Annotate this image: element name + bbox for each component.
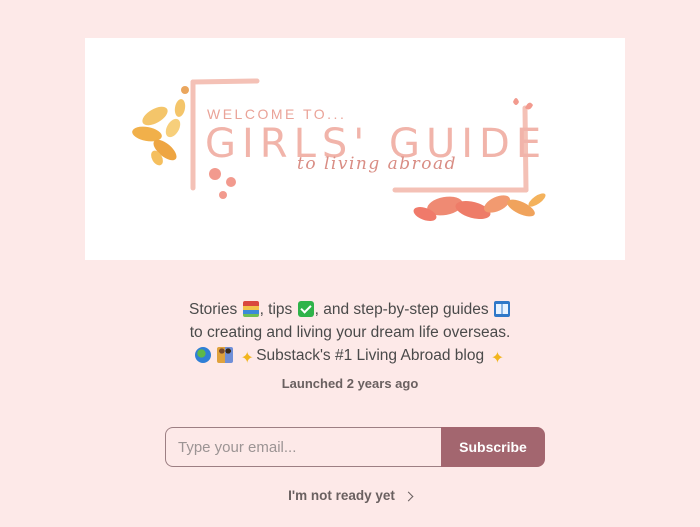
people-emoji-icon	[216, 347, 233, 363]
sparkles-emoji-icon: ✦	[240, 350, 254, 367]
description-line-3: ✦ Substack's #1 Living Abroad blog ✦	[0, 344, 700, 367]
not-ready-link[interactable]: I'm not ready yet	[288, 488, 414, 503]
banner-script-text: to living abroad	[297, 154, 457, 174]
globe-emoji-icon	[194, 347, 211, 363]
gold-leaves-decoration	[132, 86, 189, 166]
not-ready-label: I'm not ready yet	[288, 488, 395, 503]
sparkles-emoji-icon: ✦	[490, 350, 505, 367]
coral-leaves-decoration	[413, 193, 546, 221]
banner-welcome-text: WELCOME TO...	[207, 106, 346, 122]
description-line-1: Stories , tips , and step-by-step guides	[0, 298, 700, 321]
publication-banner: WELCOME TO... GIRLS' GUIDE to living abr…	[85, 38, 625, 260]
launched-date: Launched 2 years ago	[281, 376, 419, 391]
chevron-right-icon	[403, 491, 414, 501]
subscribe-form: Subscribe	[165, 427, 545, 467]
banner-artwork: WELCOME TO... GIRLS' GUIDE to living abr…	[132, 78, 546, 221]
email-input[interactable]	[165, 427, 441, 467]
check-mark-emoji-icon	[297, 301, 314, 317]
description-line-2: to creating and living your dream life o…	[189, 324, 511, 341]
books-emoji-icon	[242, 301, 259, 317]
subscribe-button[interactable]: Subscribe	[441, 427, 545, 467]
open-book-emoji-icon	[493, 301, 510, 317]
not-ready-container: I'm not ready yet	[0, 488, 700, 503]
publication-description: Stories , tips , and step-by-step guides…	[0, 298, 700, 367]
